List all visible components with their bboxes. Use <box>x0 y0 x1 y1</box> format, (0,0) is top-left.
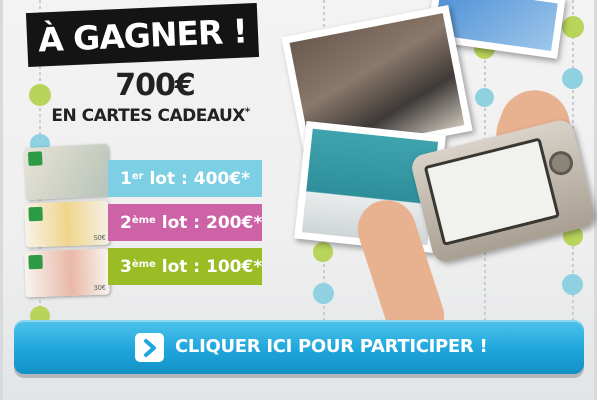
participate-button[interactable]: CLIQUER ICI POUR PARTICIPER ! <box>14 320 584 374</box>
garland-dot <box>562 274 583 295</box>
prize-banner-1: 1 er lot : 400€* <box>108 160 262 197</box>
prize-rank-number: 1 <box>120 168 132 189</box>
garland-dot <box>562 68 583 89</box>
prize-label: lot : 400€* <box>143 168 250 189</box>
headline-title: À GAGNER ! <box>37 10 248 60</box>
garland-dot <box>562 16 584 38</box>
prize-rank-number: 3 <box>120 256 132 277</box>
prize-label: lot : 200€* <box>155 212 263 233</box>
prize-rank-suffix: er <box>131 171 144 182</box>
prize-rank-number: 2 <box>120 212 132 233</box>
brand-logo-icon <box>28 254 43 270</box>
garland-dot <box>313 242 333 262</box>
prize-total-amount: 700€ <box>115 68 196 103</box>
gift-card-image: 30€ <box>24 248 110 298</box>
prize-rank-suffix: ème <box>131 215 156 226</box>
garland-dot <box>29 84 51 106</box>
prize-label: lot : 100€* <box>155 256 263 277</box>
garland-dot <box>475 88 494 107</box>
brand-logo-icon <box>27 151 43 166</box>
prize-banner-3: 3 ème lot : 100€* <box>108 248 262 285</box>
camera-wheel <box>546 148 576 178</box>
gift-card-value: 50€ <box>93 234 106 243</box>
gift-card-image <box>23 143 111 201</box>
garland-dot <box>313 283 334 304</box>
gift-card-value: 30€ <box>93 284 106 293</box>
prize-rank-suffix: ème <box>131 259 156 270</box>
participate-button-label: CLIQUER ICI POUR PARTICIPER ! <box>175 336 488 357</box>
chevron-right-icon <box>135 333 164 362</box>
headline-box: À GAGNER ! <box>25 2 260 68</box>
prize-subtitle: EN CARTES CADEAUX* <box>48 106 253 126</box>
camera-screen <box>423 137 560 247</box>
brand-logo-icon <box>28 206 43 222</box>
prize-subtitle-text: EN CARTES CADEAUX <box>51 106 245 126</box>
prize-subtitle-mark: * <box>244 106 250 118</box>
prize-banner-2: 2 ème lot : 200€* <box>108 204 262 241</box>
gift-card-image: 50€ <box>24 200 110 248</box>
